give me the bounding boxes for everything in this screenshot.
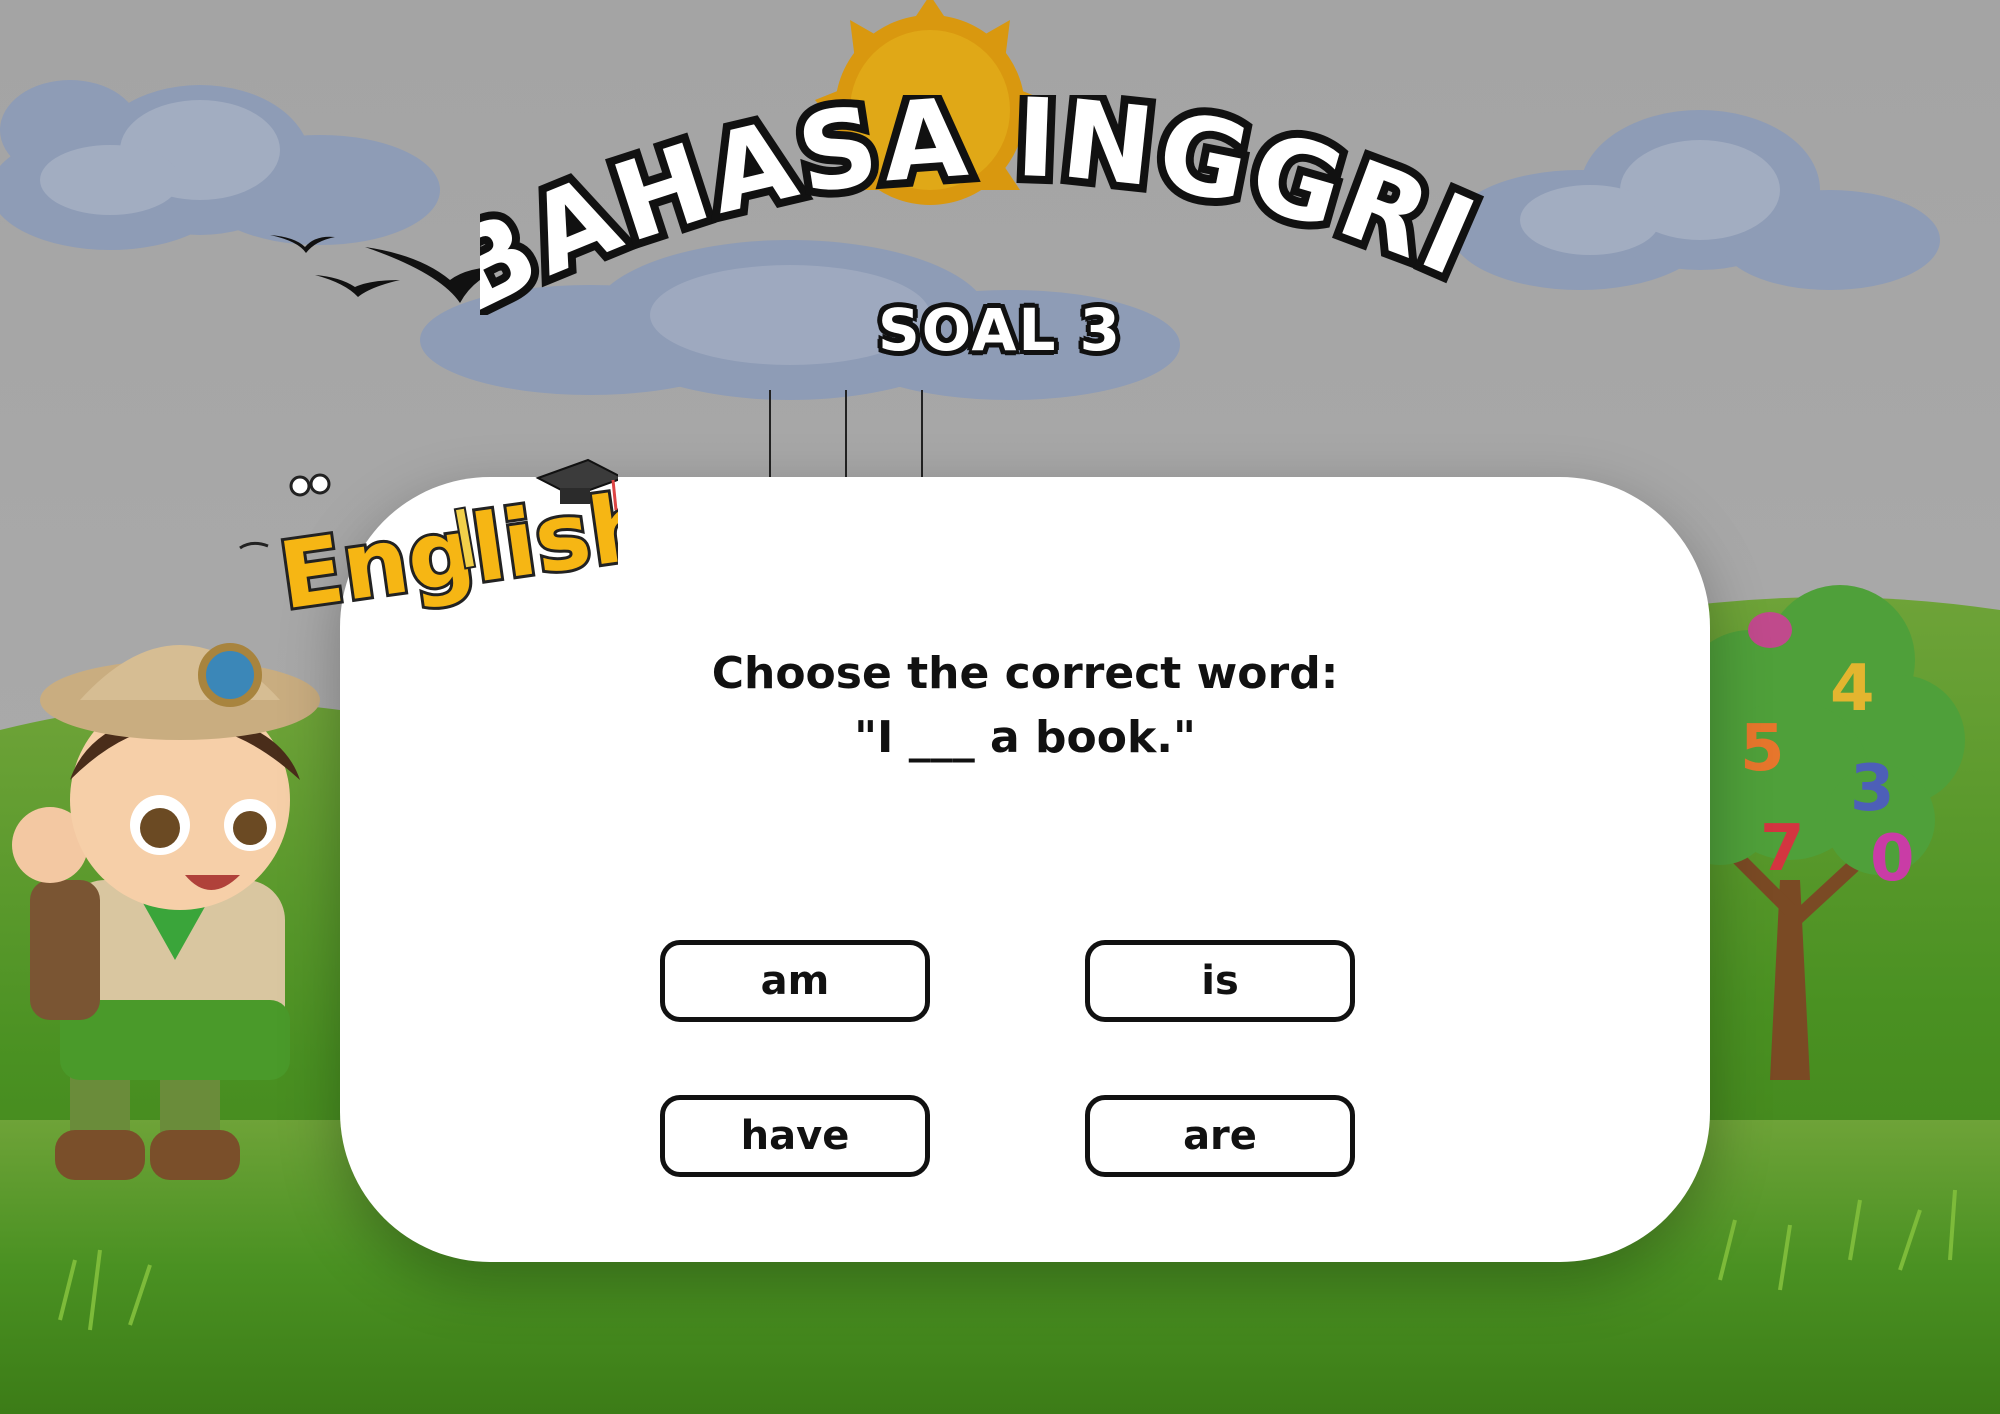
option-button-are[interactable]: are — [1085, 1095, 1355, 1177]
page-title: BAHASA INGGRIS — [480, 95, 1530, 315]
hanging-strings — [769, 390, 923, 480]
question-line-2: "I ___ a book." — [854, 712, 1196, 763]
explorer-boy-illustration — [12, 643, 320, 1180]
number-tree-illustration: 5 4 7 3 0 — [1690, 585, 1965, 1080]
option-button-have[interactable]: have — [660, 1095, 930, 1177]
page-subtitle: SOAL 3 — [878, 296, 1122, 364]
question-text: Choose the correct word: "I ___ a book." — [340, 642, 1710, 770]
title-text: BAHASA INGGRIS — [480, 95, 1498, 315]
svg-text:7: 7 — [1760, 812, 1805, 886]
svg-text:BAHASA INGGRIS: BAHASA INGGRIS — [480, 95, 1494, 315]
question-line-1: Choose the correct word: — [711, 648, 1339, 699]
svg-text:5: 5 — [1740, 712, 1785, 786]
option-button-is[interactable]: is — [1085, 940, 1355, 1022]
svg-text:4: 4 — [1830, 652, 1875, 726]
svg-text:3: 3 — [1850, 752, 1895, 826]
svg-text:0: 0 — [1870, 822, 1915, 896]
option-button-am[interactable]: am — [660, 940, 930, 1022]
english-logo: English — [238, 448, 665, 633]
